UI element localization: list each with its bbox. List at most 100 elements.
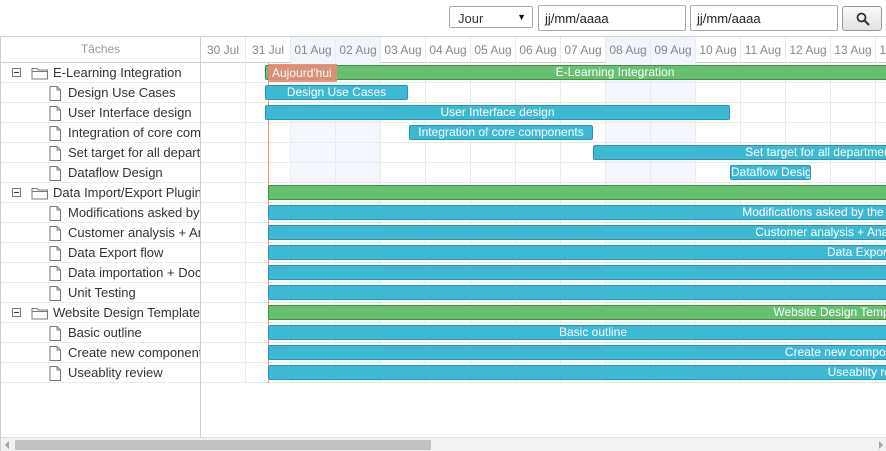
- task-name: Set target for all departments: [68, 145, 200, 160]
- grid-task-row[interactable]: Unit Testing: [1, 283, 200, 303]
- file-icon: [49, 106, 61, 122]
- grid-task-row[interactable]: Data Export flow: [1, 243, 200, 263]
- row-line: [201, 242, 886, 243]
- task-bar[interactable]: [268, 285, 886, 300]
- grid-task-row[interactable]: Set target for all departments: [1, 143, 200, 163]
- collapse-toggle-icon[interactable]: [12, 188, 21, 197]
- project-bar[interactable]: Website Design Templates: [268, 305, 886, 320]
- search-button[interactable]: [842, 6, 882, 31]
- folder-open-icon: [31, 66, 49, 82]
- grid-task-row[interactable]: Integration of core components: [1, 123, 200, 143]
- task-bar[interactable]: User Interface design: [265, 105, 730, 120]
- grid-project-row[interactable]: E-Learning Integration: [1, 63, 200, 83]
- task-bar[interactable]: Set target for all departments: [593, 145, 886, 160]
- file-icon: [49, 126, 61, 142]
- grid-header-tasks: Tâches: [1, 37, 200, 63]
- collapse-toggle-icon[interactable]: [12, 68, 21, 77]
- grid-task-row[interactable]: Customer analysis + Analytics: [1, 223, 200, 243]
- row-line: [201, 182, 886, 183]
- task-bar[interactable]: Create new components: [268, 345, 886, 360]
- scale-day: 31 Jul: [246, 37, 291, 63]
- row-line: [201, 202, 886, 203]
- scale-day: 07 Aug: [561, 37, 606, 63]
- scale-day: 05 Aug: [471, 37, 516, 63]
- task-bar[interactable]: Modifications asked by the client: [268, 205, 886, 220]
- grid-project-row[interactable]: Data Import/Export Plugin: [1, 183, 200, 203]
- scale-day: 14 Aug: [876, 37, 886, 63]
- project-bar[interactable]: E-Learning Integration: [265, 65, 886, 80]
- grid-task-row[interactable]: Data importation + Documentation: [1, 263, 200, 283]
- row-line: [201, 382, 886, 383]
- grid-project-row[interactable]: Website Design Templates: [1, 303, 200, 323]
- collapse-toggle-icon[interactable]: [12, 308, 21, 317]
- scale-select-value: Jour: [458, 11, 484, 26]
- task-name: Create new components: [68, 345, 200, 360]
- task-name: Design Use Cases: [68, 85, 176, 100]
- scale-day: 06 Aug: [516, 37, 561, 63]
- scale-day: 01 Aug: [291, 37, 336, 63]
- task-name: Useablity review: [68, 365, 163, 380]
- project-bar[interactable]: [268, 185, 886, 200]
- date-from-input[interactable]: jj/mm/aaaa: [538, 5, 686, 31]
- task-bar[interactable]: Dataflow Design: [730, 165, 811, 180]
- date-to-input[interactable]: jj/mm/aaaa: [690, 5, 838, 31]
- scale-day: 08 Aug: [606, 37, 651, 63]
- task-name: Integration of core components: [68, 125, 200, 140]
- scale-day: 13 Aug: [831, 37, 876, 63]
- task-bar[interactable]: Integration of core components: [409, 125, 593, 140]
- task-bar[interactable]: Design Use Cases: [265, 85, 408, 100]
- file-icon: [49, 226, 61, 242]
- grid-task-row[interactable]: Modifications asked by the client: [1, 203, 200, 223]
- task-name: Customer analysis + Analytics: [68, 225, 200, 240]
- file-icon: [49, 246, 61, 262]
- timeline-scale: 30 Jul 31 Jul 01 Aug 02 Aug 03 Aug 04 Aug 05 A…: [201, 37, 886, 63]
- row-line: [201, 262, 886, 263]
- horizontal-scrollbar[interactable]: [1, 437, 886, 451]
- scale-day: 09 Aug: [651, 37, 696, 63]
- task-bar[interactable]: Customer analysis + Analytics: [268, 225, 886, 240]
- grid-task-row[interactable]: Basic outline: [1, 323, 200, 343]
- scale-day: 10 Aug: [696, 37, 741, 63]
- date-from-placeholder: jj/mm/aaaa: [545, 11, 609, 26]
- gantt-chart: Tâches E-Learning Integration Design Use …: [0, 36, 886, 451]
- row-line: [201, 342, 886, 343]
- file-icon: [49, 366, 61, 382]
- scroll-right-icon[interactable]: [879, 441, 883, 449]
- row-line: [201, 142, 886, 143]
- grid-task-row[interactable]: User Interface design: [1, 103, 200, 123]
- task-bar[interactable]: Basic outline: [268, 325, 886, 340]
- dropdown-arrow-icon: ▼: [517, 12, 526, 22]
- file-icon: [49, 86, 61, 102]
- today-marker: Aujourd'hui: [268, 64, 337, 82]
- row-line: [201, 362, 886, 363]
- task-name: Modifications asked by the client: [68, 205, 200, 220]
- folder-open-icon: [31, 306, 49, 322]
- row-line: [201, 322, 886, 323]
- scale-day: 30 Jul: [201, 37, 246, 63]
- task-bar[interactable]: [268, 265, 886, 280]
- row-line: [201, 162, 886, 163]
- grid-task-row[interactable]: Useablity review: [1, 363, 200, 383]
- scale-day: 02 Aug: [336, 37, 381, 63]
- grid-task-row[interactable]: Create new components: [1, 343, 200, 363]
- scale-select[interactable]: Jour ▼: [449, 6, 533, 28]
- task-bar[interactable]: Data Export flow: [268, 245, 886, 260]
- task-name: Data Export flow: [68, 245, 164, 260]
- task-name: Dataflow Design: [68, 165, 163, 180]
- file-icon: [49, 266, 61, 282]
- scale-day: 03 Aug: [381, 37, 426, 63]
- task-name: Data importation + Documentation: [68, 265, 200, 280]
- task-bar[interactable]: Useablity review: [268, 365, 886, 380]
- folder-open-icon: [31, 186, 49, 202]
- search-icon: [856, 12, 870, 26]
- scroll-left-icon[interactable]: [5, 441, 9, 449]
- scrollbar-thumb[interactable]: [15, 440, 431, 450]
- row-line: [201, 302, 886, 303]
- task-name: User Interface design: [68, 105, 192, 120]
- grid-task-row[interactable]: Design Use Cases: [1, 83, 200, 103]
- file-icon: [49, 146, 61, 162]
- file-icon: [49, 286, 61, 302]
- row-line: [201, 222, 886, 223]
- grid-task-row[interactable]: Dataflow Design: [1, 163, 200, 183]
- date-to-placeholder: jj/mm/aaaa: [697, 11, 761, 26]
